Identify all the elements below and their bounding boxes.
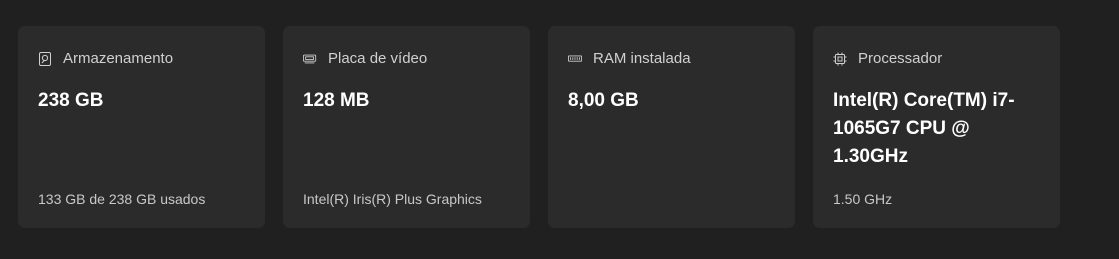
graphics-card-header: Placa de vídeo: [303, 48, 427, 70]
processor-card-detail: 1.50 GHz: [833, 191, 893, 207]
ram-card[interactable]: RAM instalada 8,00 GB: [548, 26, 795, 228]
graphics-card-card[interactable]: Placa de vídeo 128 MB Intel(R) Iris(R) P…: [283, 26, 530, 228]
ram-icon: [568, 52, 582, 66]
ram-card-header: RAM instalada: [568, 48, 691, 70]
processor-card-value: Intel(R) Core(TM) i7-1065G7 CPU @ 1.30GH…: [833, 90, 1015, 167]
storage-card-detail: 133 GB de 238 GB usados: [38, 191, 206, 207]
storage-card-header: Armazenamento: [38, 48, 173, 70]
storage-card-label: Armazenamento: [63, 50, 174, 67]
processor-icon: [833, 52, 847, 66]
graphics-card-value: 128 MB: [303, 90, 370, 111]
storage-card[interactable]: Armazenamento 238 GB 133 GB de 238 GB us…: [18, 26, 265, 228]
ram-card-label: RAM instalada: [593, 50, 691, 67]
graphics-card-icon: [303, 52, 317, 66]
storage-icon: [38, 52, 52, 66]
device-specs-cards: Armazenamento 238 GB 133 GB de 238 GB us…: [0, 0, 1119, 259]
graphics-card-detail: Intel(R) Iris(R) Plus Graphics: [303, 191, 482, 207]
storage-card-value: 238 GB: [38, 90, 104, 111]
processor-card-header: Processador: [833, 48, 942, 70]
ram-card-value: 8,00 GB: [568, 90, 639, 111]
processor-card[interactable]: Processador Intel(R) Core(TM) i7-1065G7 …: [813, 26, 1060, 228]
graphics-card-label: Placa de vídeo: [328, 50, 428, 67]
processor-card-label: Processador: [858, 50, 943, 67]
